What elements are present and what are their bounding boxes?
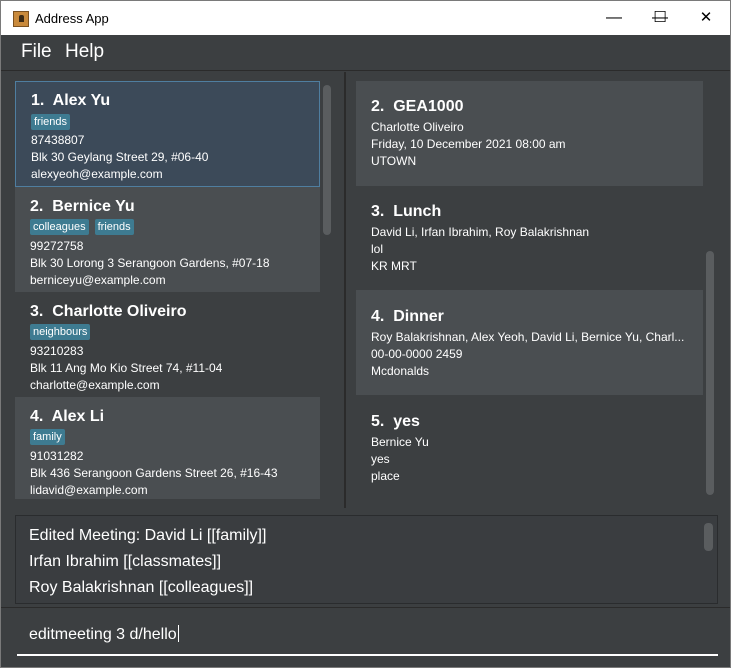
tag-list: colleagues friends <box>30 219 134 235</box>
person-list-pane: 1. Alex Yu friends 87438807 Blk 30 Geyla… <box>1 72 344 508</box>
meeting-location: Mcdonalds <box>371 364 430 378</box>
person-address: Blk 436 Serangoon Gardens Street 26, #16… <box>30 466 278 480</box>
result-line: Irfan Ibrahim [[classmates]] <box>29 553 222 570</box>
text-caret <box>177 625 179 642</box>
meeting-card-4[interactable]: 4. Dinner Roy Balakrishnan, Alex Yeoh, D… <box>356 290 703 395</box>
meeting-datetime: 00-00-0000 2459 <box>371 347 463 361</box>
result-display: Edited Meeting: David Li [[family]] Irfa… <box>15 515 718 604</box>
person-phone: 87438807 <box>31 133 85 147</box>
address-app-window: Address App — — ☐ ✕ File Help 1. Alex Yu… <box>0 0 731 668</box>
meeting-card-5[interactable]: 5. yes Bernice Yu yes place <box>356 395 703 499</box>
meeting-people: Bernice Yu <box>371 435 429 449</box>
title-bar: Address App — — ☐ ✕ <box>1 1 730 35</box>
meeting-people: Charlotte Oliveiro <box>371 120 464 134</box>
person-phone: 91031282 <box>30 449 84 463</box>
meeting-people: Roy Balakrishnan, Alex Yeoh, David Li, B… <box>371 330 685 344</box>
person-email: berniceyu@example.com <box>30 273 166 287</box>
tag: friends <box>94 219 134 235</box>
person-card-1[interactable]: 1. Alex Yu friends 87438807 Blk 30 Geyla… <box>15 81 320 187</box>
scroll-thumb[interactable] <box>706 251 714 495</box>
meeting-card-3[interactable]: 3. Lunch David Li, Irfan Ibrahim, Roy Ba… <box>356 186 703 290</box>
tag: colleagues <box>30 219 89 235</box>
meeting-title: 4. Dinner <box>371 308 444 325</box>
person-list[interactable]: 1. Alex Yu friends 87438807 Blk 30 Geyla… <box>15 81 320 499</box>
person-email: alexyeoh@example.com <box>31 167 163 181</box>
person-list-scrollbar[interactable] <box>320 81 334 499</box>
person-name: 4. Alex Li <box>30 408 105 425</box>
meeting-people: David Li, Irfan Ibrahim, Roy Balakrishna… <box>371 225 590 239</box>
tag-list: family <box>30 429 65 445</box>
person-name: 2. Bernice Yu <box>30 198 135 215</box>
person-phone: 93210283 <box>30 344 84 358</box>
meeting-location: place <box>371 469 400 483</box>
person-address: Blk 30 Geylang Street 29, #06-40 <box>31 150 209 164</box>
result-scroll-thumb[interactable] <box>704 523 713 551</box>
person-address: Blk 11 Ang Mo Kio Street 74, #11-04 <box>30 361 223 375</box>
meeting-location: KR MRT <box>371 259 417 273</box>
person-address: Blk 30 Lorong 3 Serangoon Gardens, #07-1… <box>30 256 270 270</box>
meeting-datetime: lol <box>371 242 384 256</box>
meeting-list-scrollbar[interactable] <box>703 81 717 499</box>
window-title: Address App <box>35 11 109 26</box>
meeting-location: UTOWN <box>371 154 417 168</box>
menu-bar: File Help <box>1 35 730 71</box>
minimize-button-icon[interactable]: — <box>591 1 637 35</box>
maximize-button[interactable]: ☐ <box>637 1 683 35</box>
meeting-list-pane: 2. GEA1000 Charlotte Oliveiro Friday, 10… <box>346 72 730 508</box>
result-line: Edited Meeting: David Li [[family]] <box>29 527 267 544</box>
person-email: charlotte@example.com <box>30 378 160 392</box>
person-card-3[interactable]: 3. Charlotte Oliveiro neighbours 9321028… <box>15 292 320 397</box>
meeting-datetime: yes <box>371 452 390 466</box>
meeting-datetime: Friday, 10 December 2021 08:00 am <box>371 137 566 151</box>
person-email: lidavid@example.com <box>30 483 148 497</box>
meeting-list[interactable]: 2. GEA1000 Charlotte Oliveiro Friday, 10… <box>356 81 703 499</box>
tag: neighbours <box>30 324 91 340</box>
command-input[interactable]: editmeeting 3 d/hello <box>29 625 179 644</box>
command-box[interactable]: editmeeting 3 d/hello <box>15 611 718 656</box>
tag-list: friends <box>31 114 71 130</box>
scroll-thumb[interactable] <box>323 85 331 235</box>
result-line: Roy Balakrishnan [[colleagues]] <box>29 579 254 596</box>
menu-help[interactable]: Help <box>65 41 104 63</box>
command-underline <box>17 654 718 656</box>
address-book-icon <box>13 11 29 27</box>
menu-file[interactable]: File <box>21 41 52 63</box>
tag-list: neighbours <box>30 324 91 340</box>
meeting-title: 5. yes <box>371 413 420 430</box>
meeting-card-2[interactable]: 2. GEA1000 Charlotte Oliveiro Friday, 10… <box>356 81 703 186</box>
meeting-title: 2. GEA1000 <box>371 98 464 115</box>
tag: family <box>30 429 65 445</box>
tag: friends <box>31 114 71 130</box>
close-button[interactable]: ✕ <box>683 1 729 35</box>
command-divider <box>1 607 730 608</box>
person-name: 3. Charlotte Oliveiro <box>30 303 187 320</box>
person-card-2[interactable]: 2. Bernice Yu colleagues friends 9927275… <box>15 187 320 292</box>
person-card-4[interactable]: 4. Alex Li family 91031282 Blk 436 Seran… <box>15 397 320 499</box>
meeting-title: 3. Lunch <box>371 203 442 220</box>
person-name: 1. Alex Yu <box>31 92 111 109</box>
person-phone: 99272758 <box>30 239 84 253</box>
